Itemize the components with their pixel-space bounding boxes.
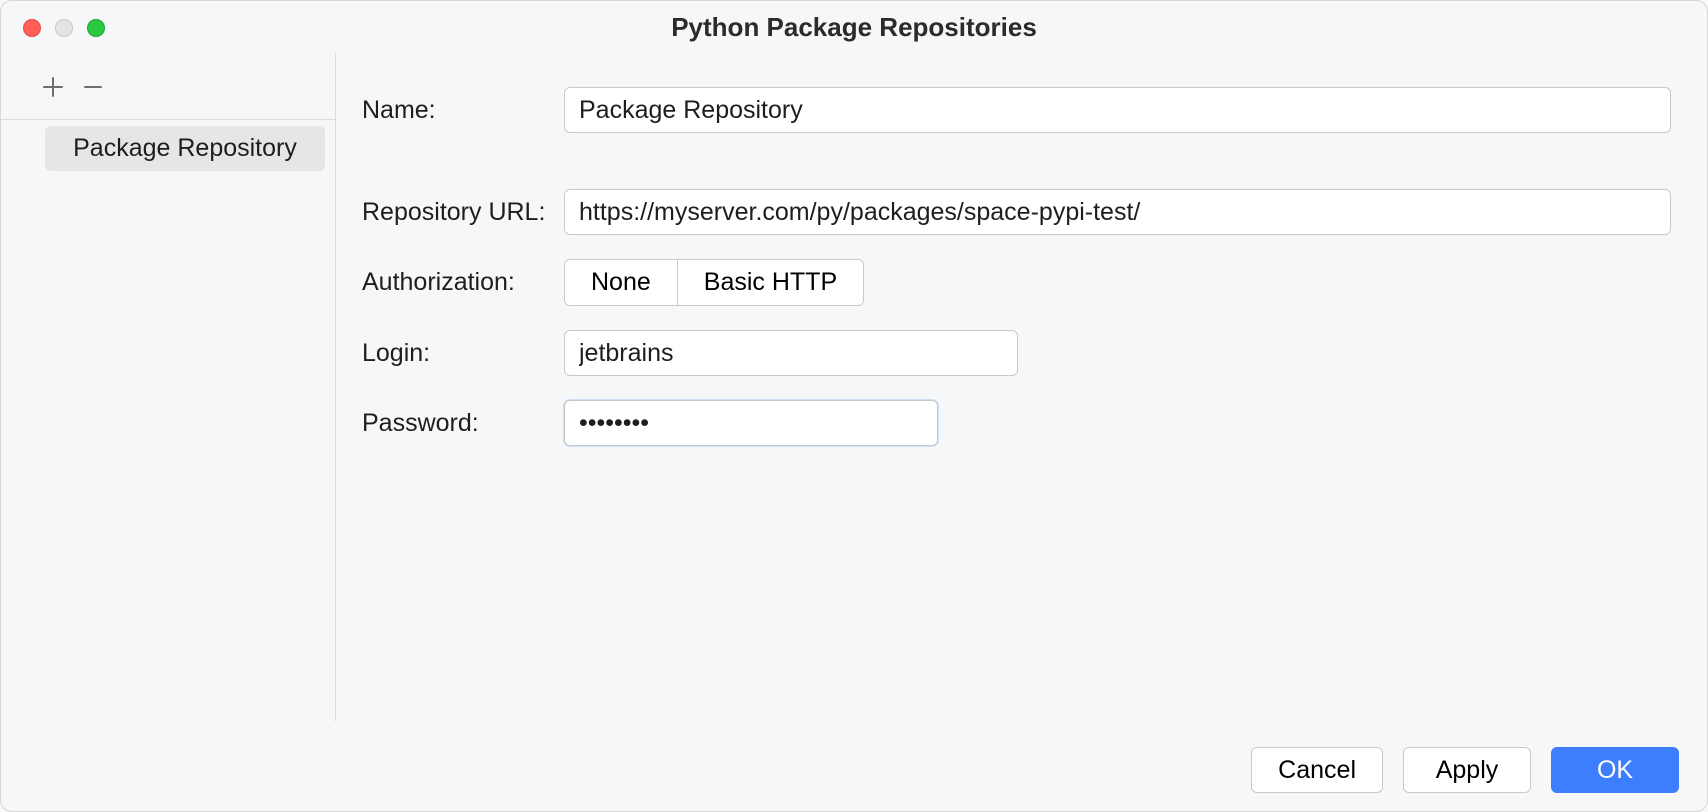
authorization-toggle[interactable]: None Basic HTTP [564, 259, 864, 306]
login-label: Login: [362, 339, 564, 368]
close-window-icon[interactable] [23, 19, 41, 37]
dialog-window: Python Package Repositories Package Repo… [0, 0, 1708, 812]
authorization-label: Authorization: [362, 268, 564, 297]
login-input[interactable] [564, 330, 1018, 376]
auth-option-none[interactable]: None [565, 260, 677, 305]
sidebar: Package Repository [1, 53, 336, 721]
dialog-title: Python Package Repositories [1, 12, 1707, 43]
dialog-footer: Cancel Apply OK [1251, 747, 1679, 793]
zoom-window-icon[interactable] [87, 19, 105, 37]
sidebar-divider [1, 119, 335, 120]
row-authorization: Authorization: None Basic HTTP [362, 259, 1671, 306]
password-input[interactable] [564, 400, 938, 446]
row-password: Password: [362, 400, 1671, 446]
row-name: Name: [362, 87, 1671, 133]
ok-button[interactable]: OK [1551, 747, 1679, 793]
url-input[interactable] [564, 189, 1671, 235]
url-label: Repository URL: [362, 198, 564, 227]
auth-option-basic-http[interactable]: Basic HTTP [677, 260, 863, 305]
dialog-body: Package Repository Name: Repository URL:… [1, 53, 1707, 721]
sidebar-item-package-repository[interactable]: Package Repository [45, 126, 325, 171]
plus-icon [42, 76, 64, 98]
remove-repository-button[interactable] [75, 69, 111, 105]
cancel-button[interactable]: Cancel [1251, 747, 1383, 793]
titlebar: Python Package Repositories [1, 1, 1707, 53]
window-controls [23, 19, 105, 37]
password-label: Password: [362, 409, 564, 438]
sidebar-toolbar [1, 65, 335, 119]
name-label: Name: [362, 96, 564, 125]
sidebar-item-label: Package Repository [73, 134, 297, 162]
add-repository-button[interactable] [35, 69, 71, 105]
repository-form: Name: Repository URL: Authorization: Non… [336, 53, 1707, 721]
minus-icon [82, 76, 104, 98]
row-login: Login: [362, 330, 1671, 376]
row-url: Repository URL: [362, 189, 1671, 235]
name-input[interactable] [564, 87, 1671, 133]
minimize-window-icon [55, 19, 73, 37]
apply-button[interactable]: Apply [1403, 747, 1531, 793]
